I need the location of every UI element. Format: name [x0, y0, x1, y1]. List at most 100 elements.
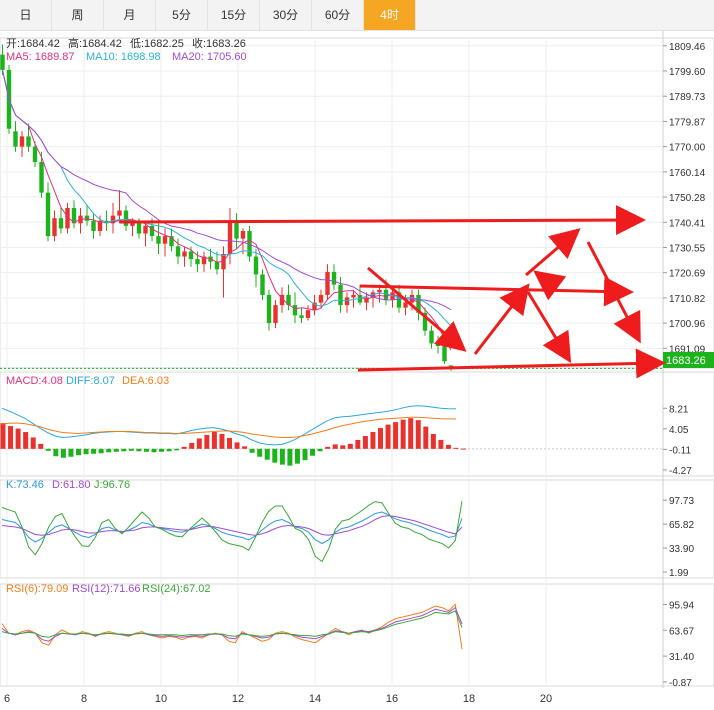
macd-bar	[287, 448, 293, 466]
x-tick-label: 12	[232, 693, 244, 705]
candle-body	[52, 218, 57, 237]
macd-bar	[302, 448, 308, 461]
rsi24-line	[1, 610, 463, 638]
candle-body	[39, 161, 44, 193]
y-tick-label: 1789.73	[669, 92, 706, 103]
candle-body	[377, 289, 382, 293]
macd-bar	[332, 444, 338, 449]
candle-body	[162, 236, 168, 244]
kdj-y-tick-label: 97.73	[669, 496, 694, 507]
macd-bar	[279, 448, 285, 465]
macd-bar	[445, 444, 451, 449]
candle-body	[273, 305, 278, 324]
y-tick-label: 1700.96	[669, 319, 706, 330]
macd-bar	[453, 447, 459, 449]
macd-bar	[325, 446, 331, 449]
tab-60min[interactable]: 60分	[312, 0, 364, 30]
legend-k: K:73.46	[6, 479, 44, 491]
macd-bar	[159, 448, 165, 452]
tab-month[interactable]: 月	[104, 0, 156, 30]
macd-bar	[60, 448, 66, 458]
candle-body	[403, 302, 408, 308]
rsi-y-tick-label: 31.40	[669, 652, 694, 663]
panel-border	[0, 371, 714, 477]
tab-15min[interactable]: 15分	[208, 0, 260, 30]
candle-body	[305, 310, 311, 318]
tab-30min[interactable]: 30分	[260, 0, 312, 30]
tab-4h[interactable]: 4时	[364, 0, 416, 30]
period-tabs: 日 周 月 5分 15分 30分 60分 4时	[0, 0, 714, 31]
macd-bar	[211, 432, 217, 449]
tab-day[interactable]: 日	[0, 0, 52, 30]
y-tick-label: 1720.69	[669, 269, 706, 280]
kdj-y-tick-label: 33.90	[669, 544, 694, 555]
candle-body	[292, 305, 298, 316]
chart-canvas[interactable]: 6 8 10 12 14 16 18 20 1809.46 1799.60 1789.73 1779.…	[0, 30, 714, 710]
candle-body	[325, 271, 330, 295]
candle-body	[175, 246, 181, 257]
panel-border	[0, 583, 714, 687]
macd-bar	[128, 448, 134, 451]
legend-j: J:96.76	[94, 479, 130, 491]
candle-body	[234, 220, 239, 239]
candle-body	[195, 259, 200, 265]
macd-bar	[151, 448, 157, 453]
candle-body	[227, 220, 233, 254]
candle-body	[58, 218, 64, 229]
y-tick-label: 1779.87	[669, 117, 706, 128]
candle-body	[260, 274, 265, 295]
candle-body	[143, 225, 148, 234]
candle-body	[266, 294, 272, 324]
y-tick-label: 1770.00	[669, 143, 706, 154]
legend-high: 高:1684.42	[68, 36, 122, 50]
last-price-label: 1683.26	[666, 355, 706, 367]
macd-bar	[393, 422, 399, 449]
macd-bar	[53, 448, 59, 457]
legend-ma5: MA5: 1689.87	[6, 51, 75, 63]
macd-bar	[113, 448, 119, 452]
macd-bar	[355, 439, 361, 449]
macd-bar	[362, 435, 368, 449]
macd-bar	[234, 442, 240, 449]
macd-y-tick-label: 4.05	[669, 425, 689, 436]
candle-body	[331, 271, 337, 285]
macd-bar	[294, 448, 300, 464]
arrow-support-1683	[357, 348, 666, 379]
macd-bar	[204, 434, 210, 449]
candle-body	[130, 223, 135, 226]
arrow-resistance-1740	[119, 205, 646, 236]
tab-5min[interactable]: 5分	[156, 0, 208, 30]
macd-bar	[23, 432, 29, 449]
candle-body	[344, 297, 350, 306]
candle-body	[435, 343, 441, 347]
macd-bar	[143, 448, 149, 452]
macd-bar	[189, 442, 195, 449]
macd-bar	[340, 445, 346, 449]
legend-dea: DEA:6.03	[122, 375, 169, 387]
macd-bar	[423, 426, 429, 449]
macd-bar	[8, 426, 14, 449]
macd-bar	[310, 448, 316, 456]
candle-body	[32, 146, 38, 162]
legend-diff: DIFF:8.07	[66, 375, 115, 387]
legend-rsi24: RSI(24):67.02	[142, 583, 210, 595]
candle-body	[318, 294, 324, 303]
candle-body	[26, 136, 31, 147]
candle-body	[351, 294, 356, 298]
macd-y-tick-label: -4.27	[669, 466, 692, 477]
macd-bar	[121, 448, 127, 452]
macd-bar	[249, 448, 255, 453]
y-tick-label: 1760.14	[669, 168, 706, 179]
x-tick-label: 6	[4, 693, 10, 705]
macd-y-tick-label: -0.11	[669, 445, 691, 456]
macd-bar	[91, 448, 97, 454]
legend-d: D:61.80	[52, 479, 91, 491]
candle-body	[338, 284, 343, 306]
candle-body	[240, 230, 246, 239]
x-tick-label: 18	[463, 693, 475, 705]
macd-bar	[347, 443, 353, 449]
y-tick-label: 1730.55	[669, 243, 706, 254]
kdj-y-tick-label: 65.82	[669, 520, 694, 531]
macd-bar	[227, 437, 232, 449]
tab-week[interactable]: 周	[52, 0, 104, 30]
